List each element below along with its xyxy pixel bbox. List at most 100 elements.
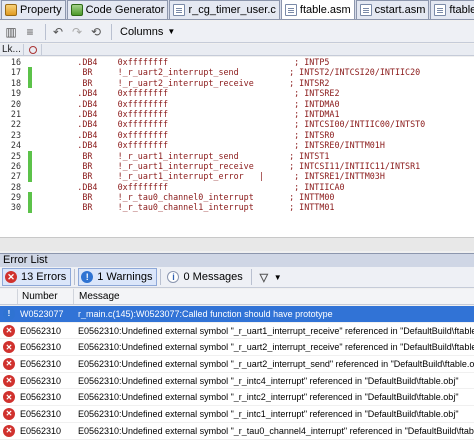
editor-toolbar: ▥ ≡ ↶ ↷ ⟲ Columns ▼ (0, 21, 474, 43)
error-list-row[interactable]: ✕ E0562310 E0562310:Undefined external sym… (0, 389, 474, 407)
change-marker (28, 171, 32, 182)
error-list-row[interactable]: ✕ E0562310 E0562310:Undefined external sym… (0, 406, 474, 423)
editor-column-header: Lk... (0, 44, 474, 56)
tab-ftable-asm[interactable]: ftable.asm (280, 0, 355, 19)
code-text: BR !_r_tau0_channel0_interrupt ; INTTM00 (42, 192, 335, 203)
errors-filter-button[interactable]: ✕ 13 Errors (2, 268, 72, 286)
toolbar-separator (111, 23, 112, 40)
code-line[interactable]: 24 .DB4 0xffffffff ; INTSRE0/INTTM01H (0, 140, 474, 150)
error-list-row[interactable]: ✕ E0562310 E0562310:Undefined external sym… (0, 373, 474, 390)
error-icon: ✕ (3, 341, 15, 354)
toolbar-separator (74, 269, 76, 285)
file-icon (359, 4, 372, 16)
code-text: .DB4 0xffffffff ; INTCSI00/INTIIC00/INTS… (42, 119, 426, 130)
error-message: r_main.c(145):W0523077:Called function s… (78, 308, 333, 319)
filter-icon: ▽ (259, 271, 269, 284)
error-list-row[interactable]: ✕ E0562310 E0562310:Undefined external sym… (0, 356, 474, 373)
messages-filter-button[interactable]: i 0 Messages (164, 268, 247, 286)
code-line[interactable]: 19 .DB4 0xffffffff ; INTSRE2 (0, 88, 474, 98)
change-marker (28, 67, 32, 78)
change-marker (28, 130, 32, 140)
line-number: 25 (10, 150, 21, 161)
tab-property[interactable]: Property (1, 0, 66, 19)
line-number: 28 (10, 181, 21, 192)
document-tab-strip: Property Code Generator r_cg_timer_user.… (0, 0, 474, 20)
filter-dropdown-button[interactable]: ▽ ▼ (255, 268, 287, 286)
code-line[interactable]: 26 BR !_r_uart1_interrupt_receive ; INTC… (0, 160, 474, 172)
code-line[interactable]: 22 .DB4 0xffffffff ; INTCSI00/INTIIC00/I… (0, 119, 474, 129)
breakpoint-column-header[interactable] (24, 44, 42, 55)
code-editor[interactable]: 16 .DB4 0xffffffff ; INTP5 17 BR !_r_uart… (0, 57, 474, 237)
line-number: 29 (10, 192, 21, 203)
line-number: 19 (10, 88, 21, 99)
error-number: E0562310 (20, 375, 62, 386)
code-line[interactable]: 17 BR !_r_uart2_interrupt_send ; INTST2/… (0, 67, 474, 78)
tab-label: cstart.asm (374, 4, 426, 16)
toolbar-separator (250, 269, 252, 285)
columns-dropdown-button[interactable]: Columns ▼ (116, 23, 179, 41)
line-number: 18 (10, 77, 21, 88)
code-line[interactable]: 29 BR !_r_tau0_channel0_interrupt ; INTT… (0, 192, 474, 203)
forward-icon[interactable]: ↷ (69, 24, 85, 40)
warnings-count-label: 1 Warnings (97, 271, 153, 283)
tab-code-generator[interactable]: Code Generator (66, 0, 169, 19)
error-number: E0562310 (20, 392, 62, 403)
split-view-icon[interactable]: ▥ (3, 24, 19, 40)
code-line[interactable]: 27 BR !_r_uart1_interrupt_error | ; INTS… (0, 171, 474, 182)
warning-icon: ! (81, 271, 94, 283)
errors-count-label: 13 Errors (21, 271, 67, 283)
code-line[interactable]: 23 .DB4 0xffffffff ; INTSR0 (0, 130, 474, 140)
file-icon (434, 4, 447, 16)
message-column-header[interactable]: Message (74, 289, 474, 304)
icon-column-header[interactable] (0, 289, 18, 304)
change-marker (28, 57, 32, 67)
line-number: 27 (10, 171, 21, 182)
line-number: 16 (10, 57, 21, 67)
code-text: BR !_r_uart2_interrupt_send ; INTST2/INT… (42, 67, 421, 78)
line-number: 21 (10, 108, 21, 119)
error-list-row[interactable]: ✕ E0562310 E0562310:Undefined external sym… (0, 339, 474, 357)
error-list-row[interactable]: ✕ E0562310 E0562310:Undefined external sym… (0, 323, 474, 340)
tab-ftable-inc[interactable]: ftable.inc (430, 0, 474, 19)
error-message: E0562310:Undefined external symbol "_r_i… (78, 392, 459, 403)
error-list-row[interactable]: ! W0523077 r_main.c(145):W0523077:Called f… (0, 306, 474, 323)
back-icon[interactable]: ↶ (50, 24, 66, 40)
line-number: 17 (10, 67, 21, 78)
error-list-title: Error List (0, 253, 474, 267)
number-column-header[interactable]: Number (18, 289, 74, 304)
code-text: BR !_r_uart1_interrupt_receive ; INTCSI1… (42, 160, 421, 171)
code-text: .DB4 0xffffffff ; INTSRE0/INTTM01H (42, 140, 385, 151)
code-line[interactable]: 21 .DB4 0xffffffff ; INTDMA1 (0, 109, 474, 119)
code-text: BR !_r_uart1_interrupt_error | ; INTSRE1… (42, 171, 385, 182)
line-number: 26 (10, 160, 21, 171)
line-number-column-header[interactable]: Lk... (0, 44, 24, 55)
line-numbers-icon[interactable]: ≡ (22, 24, 38, 40)
code-line[interactable]: 18 BR !_r_uart2_interrupt_receive ; INTS… (0, 77, 474, 89)
code-text: .DB4 0xffffffff ; INTP5 (42, 57, 330, 67)
code-line[interactable]: 28 .DB4 0xffffffff ; INTIICA0 (0, 182, 474, 192)
code-line[interactable]: 25 BR !_r_uart1_interrupt_send ; INTST1 (0, 150, 474, 161)
error-icon: ✕ (3, 407, 15, 420)
redo-icon[interactable]: ⟲ (88, 24, 104, 40)
code-line[interactable]: 20 .DB4 0xffffffff ; INTDMA0 (0, 99, 474, 109)
tab-label: r_cg_timer_user.c (188, 4, 276, 16)
tab-r-cg-timer-user[interactable]: r_cg_timer_user.c (169, 0, 280, 19)
error-message: E0562310:Undefined external symbol "_r_u… (78, 325, 474, 336)
error-number: E0562310 (20, 358, 62, 369)
error-icon: ✕ (3, 374, 15, 387)
tab-label: ftable.inc (449, 4, 474, 16)
line-number: 22 (10, 119, 21, 130)
code-text: BR !_r_uart1_interrupt_send ; INTST1 (42, 150, 330, 161)
code-text: BR !_r_uart2_interrupt_receive ; INTSR2 (42, 77, 330, 88)
error-icon: ✕ (3, 391, 15, 404)
tab-cstart-asm[interactable]: cstart.asm (355, 0, 430, 19)
code-line[interactable]: 30 BR !_r_tau0_channel1_interrupt ; INTT… (0, 202, 474, 213)
warnings-filter-button[interactable]: ! 1 Warnings (78, 268, 158, 286)
code-text: .DB4 0xffffffff ; INTSRE2 (42, 88, 340, 99)
editor-horizontal-scrollbar[interactable] (0, 237, 474, 251)
error-list-row[interactable]: ✕ E0562310 E0562310:Undefined external sym… (0, 423, 474, 440)
error-message: E0562310:Undefined external symbol "_r_u… (78, 342, 474, 353)
chevron-down-icon: ▼ (273, 272, 282, 282)
error-number: E0562310 (20, 342, 62, 353)
code-line[interactable]: 16 .DB4 0xffffffff ; INTP5 (0, 57, 474, 67)
